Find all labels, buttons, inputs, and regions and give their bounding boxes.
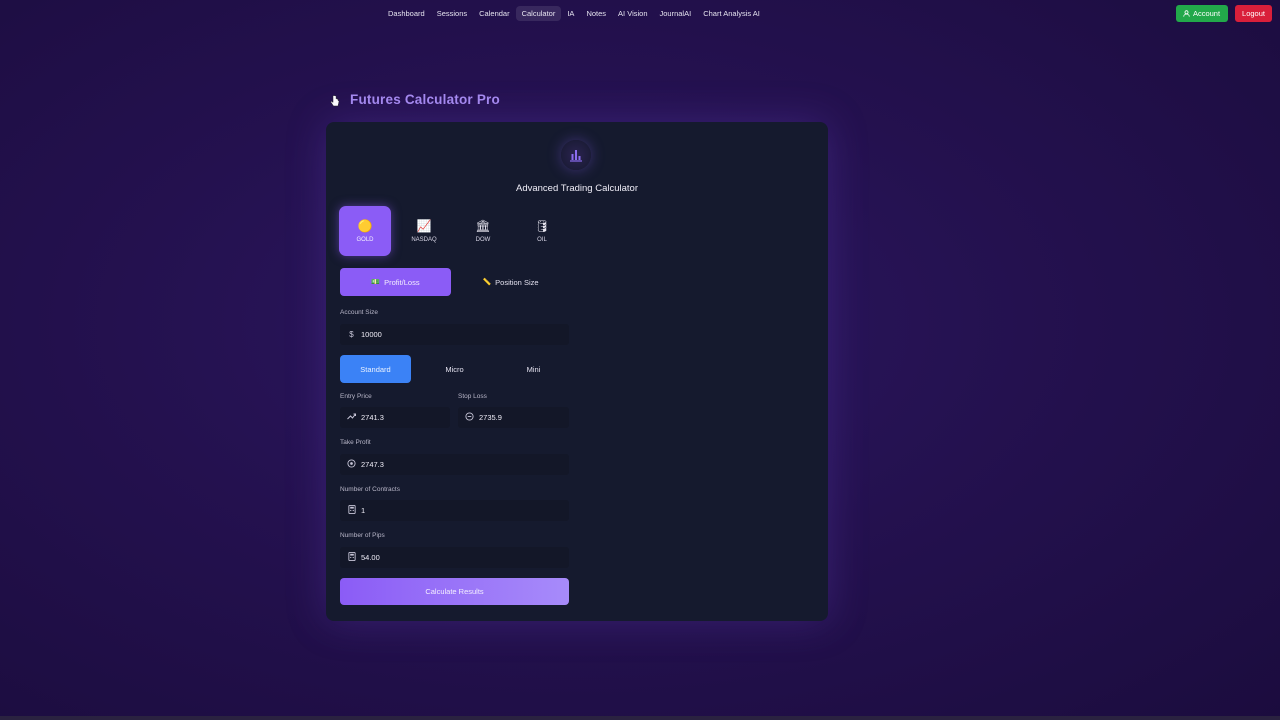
- size-mini[interactable]: Mini: [498, 355, 569, 383]
- tab-label: Profit/Loss: [384, 277, 420, 287]
- contracts-input[interactable]: [361, 506, 511, 515]
- pips-label: Number of Pips: [340, 532, 385, 539]
- calculation-mode-tabs: 💵 Profit/Loss 📏 Position Size: [340, 268, 566, 296]
- calculator-icon: [347, 505, 356, 516]
- nav-calculator[interactable]: Calculator: [515, 6, 562, 21]
- account-size-input[interactable]: [361, 330, 511, 339]
- pips-field[interactable]: [340, 547, 569, 568]
- money-icon: 💵: [371, 279, 381, 286]
- nav-ia[interactable]: IA: [561, 6, 580, 21]
- mouse-cursor-icon: [330, 95, 340, 107]
- nav-dashboard[interactable]: Dashboard: [382, 6, 431, 21]
- asset-oil[interactable]: 🛢 OIL: [516, 206, 568, 256]
- oil-barrel-icon: 🛢: [534, 219, 550, 233]
- bottom-bar: [0, 716, 1280, 720]
- nav-links: Dashboard Sessions Calendar Calculator I…: [382, 6, 766, 21]
- stop-loss-field[interactable]: [458, 407, 569, 428]
- nav-journal-ai[interactable]: JournalAI: [654, 6, 698, 21]
- contracts-label: Number of Contracts: [340, 486, 400, 493]
- logout-button[interactable]: Logout: [1235, 5, 1272, 22]
- card-title: Advanced Trading Calculator: [516, 183, 638, 194]
- nav-chart-analysis-ai[interactable]: Chart Analysis AI: [697, 6, 766, 21]
- asset-dow[interactable]: 🏛 DOW: [457, 206, 509, 256]
- tab-label: Position Size: [495, 277, 539, 287]
- tab-profit-loss[interactable]: 💵 Profit/Loss: [340, 268, 451, 296]
- account-button[interactable]: Account: [1175, 5, 1229, 22]
- calculator-card: Advanced Trading Calculator 🟡 GOLD 📈 NAS…: [326, 122, 828, 621]
- pips-input[interactable]: [361, 553, 511, 562]
- asset-label: OIL: [537, 237, 547, 243]
- calculate-results-button[interactable]: Calculate Results: [340, 578, 569, 605]
- page-title: Futures Calculator Pro: [350, 92, 500, 107]
- tab-position-size[interactable]: 📏 Position Size: [455, 268, 566, 296]
- calculator-icon: [347, 552, 356, 563]
- dollar-icon: $: [349, 330, 354, 339]
- size-standard[interactable]: Standard: [340, 355, 411, 383]
- stop-icon: [465, 412, 474, 423]
- asset-selector: 🟡 GOLD 📈 NASDAQ 🏛 DOW 🛢 OIL: [339, 206, 568, 256]
- take-profit-input[interactable]: [361, 460, 511, 469]
- gold-coin-icon: 🟡: [357, 219, 373, 233]
- asset-label: NASDAQ: [411, 237, 437, 243]
- entry-price-label: Entry Price: [340, 393, 372, 400]
- chart-up-icon: 📈: [416, 219, 432, 233]
- asset-label: GOLD: [356, 237, 374, 243]
- nav-notes[interactable]: Notes: [580, 6, 612, 21]
- account-size-label: Account Size: [340, 309, 378, 316]
- nav-calendar[interactable]: Calendar: [473, 6, 515, 21]
- size-micro[interactable]: Micro: [419, 355, 490, 383]
- contracts-field[interactable]: [340, 500, 569, 521]
- ruler-icon: 📏: [482, 279, 492, 286]
- account-size-field[interactable]: $: [340, 324, 569, 345]
- bank-icon: 🏛: [475, 219, 491, 233]
- top-navigation: Dashboard Sessions Calendar Calculator I…: [0, 0, 1280, 28]
- user-icon: [1183, 10, 1190, 17]
- asset-label: DOW: [475, 237, 491, 243]
- account-label: Account: [1192, 9, 1221, 18]
- entry-price-input[interactable]: [361, 413, 441, 422]
- bar-chart-icon: [561, 140, 591, 170]
- stop-loss-input[interactable]: [479, 413, 559, 422]
- target-icon: [347, 459, 356, 470]
- entry-price-field[interactable]: [340, 407, 450, 428]
- asset-gold[interactable]: 🟡 GOLD: [339, 206, 391, 256]
- nav-sessions[interactable]: Sessions: [431, 6, 473, 21]
- take-profit-field[interactable]: [340, 454, 569, 475]
- trend-icon: [347, 413, 356, 422]
- nav-actions: Account Logout: [1175, 5, 1272, 22]
- contract-size-selector: Standard Micro Mini: [340, 355, 569, 383]
- asset-nasdaq[interactable]: 📈 NASDAQ: [398, 206, 450, 256]
- stop-loss-label: Stop Loss: [458, 393, 487, 400]
- take-profit-label: Take Profit: [340, 439, 371, 446]
- nav-ai-vision[interactable]: AI Vision: [612, 6, 653, 21]
